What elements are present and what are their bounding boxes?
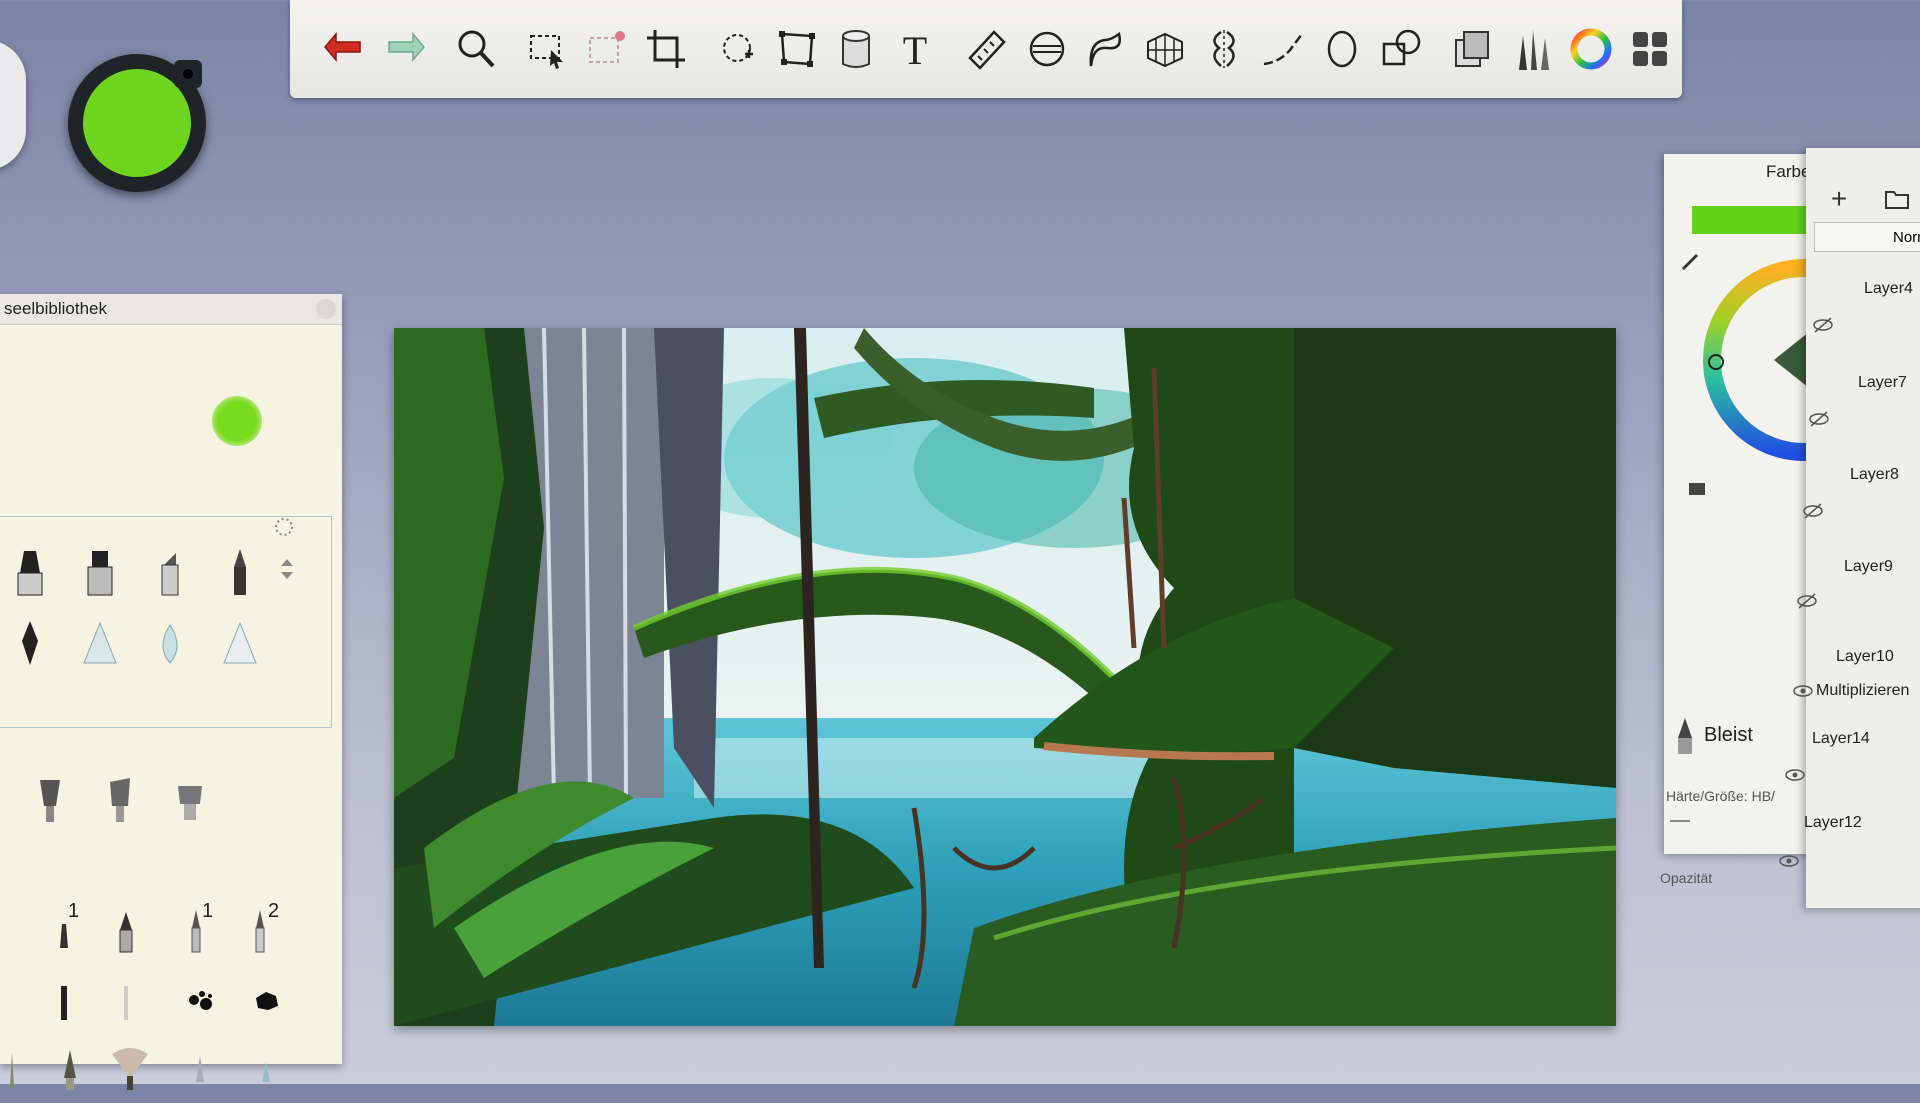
- brush-library-panel: seelbibliothek 1 1 2: [0, 294, 342, 1090]
- layer-label[interactable]: Layer12: [1804, 814, 1862, 832]
- folder-icon[interactable]: [1880, 182, 1914, 216]
- drawing-canvas[interactable]: [394, 328, 1616, 1026]
- color-panel: Farbe Bleist Härte/Größe: HB/ Opazität: [1660, 154, 1905, 886]
- hidden-eye-icon[interactable]: [1808, 410, 1830, 428]
- layer-label[interactable]: Layer8: [1850, 466, 1899, 484]
- eye-icon[interactable]: [1778, 852, 1800, 870]
- brush-name: Bleist: [1704, 724, 1753, 746]
- color-puck[interactable]: [68, 54, 206, 192]
- fan-brush-small-icon[interactable]: [170, 772, 210, 828]
- pencil-icon: [1670, 714, 1700, 758]
- blend-mode-value: Norm: [1893, 228, 1920, 246]
- ellipse-guide-icon[interactable]: [1020, 18, 1074, 80]
- airbrush-icon[interactable]: [10, 545, 50, 601]
- add-layer-button[interactable]: +: [1822, 182, 1856, 216]
- close-icon[interactable]: [316, 299, 336, 319]
- svg-text:T: T: [903, 28, 927, 72]
- layer-panel: + Norm Layer4 Layer7 Layer8 Layer9 Layer…: [1779, 148, 1920, 908]
- splatter-icon[interactable]: [180, 974, 220, 1030]
- redo-icon[interactable]: [377, 18, 431, 80]
- select-icon[interactable]: [521, 18, 575, 80]
- blend-label: Multiplizieren: [1816, 682, 1910, 699]
- cone-brush-icon[interactable]: [220, 617, 260, 673]
- brushes-icon[interactable]: [1505, 18, 1559, 80]
- water-brush-icon[interactable]: [180, 1042, 220, 1098]
- marker-icon[interactable]: [80, 545, 120, 601]
- layer-label[interactable]: Layer9: [1844, 558, 1893, 576]
- opacity-label: Opazität: [1660, 870, 1713, 886]
- filbert-brush-icon[interactable]: [50, 1042, 90, 1098]
- text-icon[interactable]: T: [888, 18, 942, 80]
- stroke-icon[interactable]: [1256, 18, 1310, 80]
- eye-icon[interactable]: [1792, 682, 1814, 700]
- hidden-eye-icon[interactable]: [1796, 592, 1818, 610]
- color-history-icon[interactable]: [1686, 478, 1708, 500]
- symmetry-icon[interactable]: [1197, 18, 1251, 80]
- jungle-painting: [394, 328, 1616, 1026]
- layer-label[interactable]: Layer4: [1864, 280, 1913, 298]
- layers-copy-icon[interactable]: [1446, 18, 1500, 80]
- ink-pen-icon[interactable]: [106, 906, 146, 962]
- distort-icon[interactable]: [770, 18, 824, 80]
- shapes-icon[interactable]: [1374, 18, 1428, 80]
- ellipse-icon[interactable]: [1315, 18, 1369, 80]
- eye-icon[interactable]: [1784, 766, 1806, 784]
- chisel-marker-icon[interactable]: [150, 545, 190, 601]
- layer-label[interactable]: Layer10: [1836, 648, 1894, 666]
- undo-icon[interactable]: [318, 18, 372, 80]
- crop-icon[interactable]: [639, 18, 693, 80]
- brush-stroke-preview: [212, 396, 262, 446]
- technical-pen-icon[interactable]: [176, 906, 216, 962]
- magic-select-icon[interactable]: [580, 18, 634, 80]
- drop-brush-icon[interactable]: [150, 617, 190, 673]
- blender-icon[interactable]: [246, 1042, 286, 1098]
- settings-icon[interactable]: [272, 515, 296, 539]
- fine-pen-icon[interactable]: [44, 908, 84, 964]
- fountain-pen-icon[interactable]: [10, 617, 50, 673]
- french-curve-icon[interactable]: [1079, 18, 1133, 80]
- hardness-slider[interactable]: [1670, 820, 1690, 822]
- pencil-tool-icon[interactable]: [220, 545, 260, 601]
- ruler-icon[interactable]: [960, 18, 1014, 80]
- brush-set-grid: [0, 516, 332, 728]
- color-panel-title: Farbe: [1766, 162, 1811, 181]
- hidden-eye-icon[interactable]: [1802, 502, 1824, 520]
- fan-brush-icon[interactable]: [110, 1042, 150, 1098]
- color-wheel-icon[interactable]: [1564, 18, 1618, 80]
- hardness-label: Härte/Größe: HB/: [1666, 788, 1775, 804]
- chalk-icon[interactable]: [44, 974, 84, 1030]
- zoom-icon[interactable]: [449, 18, 503, 80]
- hidden-eye-icon[interactable]: [1812, 316, 1834, 334]
- grid-icon[interactable]: [1623, 18, 1677, 80]
- layer-label[interactable]: Layer7: [1858, 374, 1907, 392]
- flat-brush-icon[interactable]: [100, 772, 140, 828]
- blend-mode-select[interactable]: Norm: [1814, 222, 1920, 252]
- transform-icon[interactable]: [711, 18, 765, 80]
- texture-brush-icon[interactable]: [106, 974, 146, 1030]
- fill-bucket-icon[interactable]: [829, 18, 883, 80]
- scroll-arrows-icon[interactable]: [276, 555, 298, 583]
- ink-blot-icon[interactable]: [246, 974, 286, 1030]
- brush-library-titlebar[interactable]: seelbibliothek: [0, 294, 342, 325]
- main-toolbar: T: [290, 0, 1682, 98]
- calligraphy-pen-icon[interactable]: [240, 906, 280, 962]
- bristle-brush-icon[interactable]: [30, 772, 70, 828]
- perspective-icon[interactable]: [1138, 18, 1192, 80]
- brush-puck[interactable]: [0, 40, 26, 170]
- triangle-brush-icon[interactable]: [80, 617, 120, 673]
- layer-label[interactable]: Layer14: [1812, 730, 1870, 748]
- color-puck-tab[interactable]: [174, 60, 202, 88]
- round-brush-icon[interactable]: [0, 1042, 40, 1098]
- brush-library-title: seelbibliothek: [4, 299, 108, 318]
- brush-preview: [0, 324, 342, 509]
